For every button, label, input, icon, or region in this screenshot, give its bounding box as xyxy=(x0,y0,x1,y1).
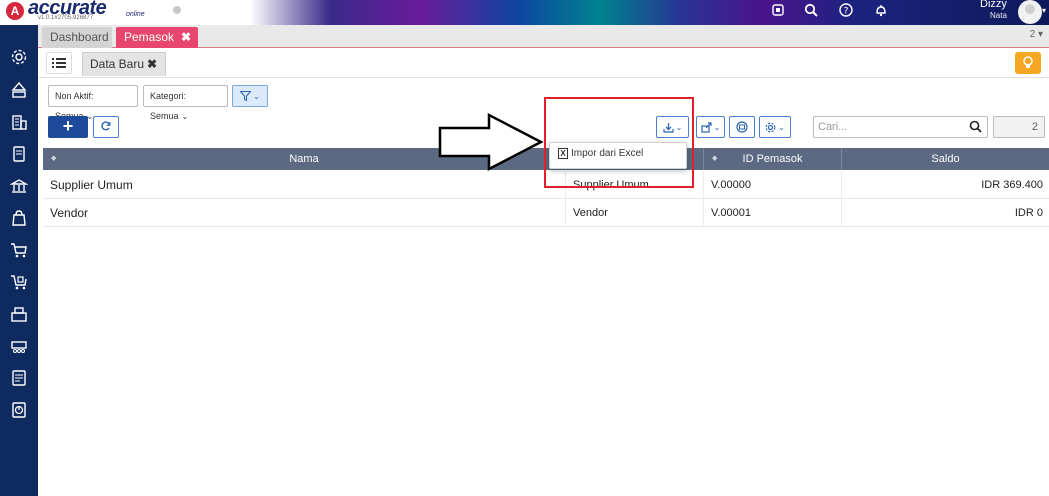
subtab-label: Data Baru xyxy=(90,57,145,71)
accurate-logo-icon: A xyxy=(6,2,24,20)
tab-bar: Dashboard Pemasok ✖ 2 ▾ xyxy=(38,25,1049,48)
chevron-down-icon: ⌄ xyxy=(253,91,260,101)
excel-icon: X xyxy=(558,148,568,159)
tips-button[interactable] xyxy=(1015,52,1041,74)
table-row[interactable]: Supplier Umum Supplier Umum V.00000 IDR … xyxy=(43,171,1049,199)
ai-chip-icon[interactable] xyxy=(770,3,786,19)
chevron-down-icon: ⌄ xyxy=(675,122,683,132)
report-chart-icon xyxy=(12,402,26,418)
sidebar-item-company[interactable] xyxy=(9,80,29,100)
tab-dashboard-label: Dashboard xyxy=(50,30,109,44)
bank-icon xyxy=(10,179,28,193)
sidebar xyxy=(0,25,38,496)
menu-item-label: Impor dari Excel xyxy=(571,148,644,159)
refresh-button[interactable] xyxy=(93,116,119,138)
logo-subtext: online xyxy=(126,11,145,18)
gear-icon xyxy=(765,122,776,132)
cell-nama: Supplier Umum xyxy=(43,171,566,199)
cart-box-icon xyxy=(11,275,27,290)
settings-button[interactable]: ⌄ xyxy=(759,116,791,138)
sidebar-item-building[interactable] xyxy=(9,112,29,132)
search-input[interactable] xyxy=(816,118,966,136)
page-number-field[interactable]: 2 xyxy=(993,116,1045,138)
print-button[interactable] xyxy=(729,116,755,138)
svg-text:?: ? xyxy=(844,7,849,17)
bell-icon[interactable] xyxy=(873,3,889,19)
user-subname: Nata xyxy=(990,11,1007,20)
funnel-icon xyxy=(240,91,252,101)
print-icon xyxy=(736,121,748,133)
top-bar: A accurate online v1.0.1#2705-926877 ? D… xyxy=(0,0,1049,25)
sidebar-item-settings[interactable] xyxy=(9,47,29,67)
cell-kontak: Vendor xyxy=(566,199,704,227)
sidebar-item-sales[interactable] xyxy=(9,240,29,260)
table-row[interactable]: Vendor Vendor V.00001 IDR 0 xyxy=(43,199,1049,227)
list-view-button[interactable] xyxy=(46,52,72,74)
user-name[interactable]: Dizzy xyxy=(980,0,1007,10)
building-icon xyxy=(12,115,27,130)
sort-icon: ◆ xyxy=(51,155,57,162)
tab-pemasok[interactable]: Pemasok ✖ xyxy=(116,27,198,48)
advanced-filter-button[interactable]: ⌄ xyxy=(232,85,268,107)
search-icon[interactable] xyxy=(969,120,982,133)
cart-icon xyxy=(11,243,27,258)
subtab-bar: Data Baru ✖ xyxy=(38,48,1049,78)
import-dropdown-menu: X Impor dari Excel xyxy=(549,142,687,169)
table-header: ◆ Nama ◆ ID Pemasok Saldo xyxy=(43,148,1049,170)
column-header-id-pemasok[interactable]: ◆ ID Pemasok xyxy=(704,148,842,170)
tab-dashboard[interactable]: Dashboard xyxy=(42,27,112,48)
chevron-down-icon: ⌄ xyxy=(778,122,785,132)
help-icon[interactable]: ? xyxy=(838,3,854,19)
sidebar-item-tax[interactable] xyxy=(9,368,29,388)
sidebar-item-reports[interactable] xyxy=(9,400,29,420)
cell-id-pemasok: V.00000 xyxy=(704,171,842,199)
status-dot-icon xyxy=(173,6,181,14)
sidebar-item-products[interactable] xyxy=(9,208,29,228)
tab-count[interactable]: 2 ▾ xyxy=(1030,29,1043,40)
sidebar-item-inventory[interactable] xyxy=(9,304,29,324)
export-button[interactable]: ⌄ xyxy=(696,116,725,138)
sort-icon: ◆ xyxy=(712,155,718,162)
import-button[interactable]: ⌄ xyxy=(656,116,689,138)
refresh-icon xyxy=(101,121,111,131)
book-icon xyxy=(13,146,25,162)
sidebar-item-ledger[interactable] xyxy=(9,144,29,164)
tax-document-icon xyxy=(12,370,26,386)
sidebar-item-purchase[interactable] xyxy=(9,272,29,292)
filter-kategori[interactable]: Kategori: Semua ⌄ xyxy=(143,85,228,121)
avatar[interactable] xyxy=(1018,0,1042,24)
filter-non-aktif[interactable]: Non Aktif: Semua⌄ xyxy=(48,85,138,121)
arrow-right-icon xyxy=(438,112,544,172)
chevron-down-icon: ⌄ xyxy=(713,122,721,132)
sidebar-item-bank[interactable] xyxy=(9,176,29,196)
close-icon[interactable]: ✖ xyxy=(181,27,191,48)
cell-saldo: IDR 0 xyxy=(1014,207,1043,219)
gear-icon xyxy=(11,49,27,65)
cell-kontak: Supplier Umum xyxy=(566,171,704,199)
subtab-data-baru[interactable]: Data Baru ✖ xyxy=(82,52,166,76)
tab-pemasok-label: Pemasok xyxy=(124,30,175,44)
cell-nama: Vendor xyxy=(43,199,566,227)
warehouse-icon xyxy=(11,307,27,322)
download-icon xyxy=(663,122,674,133)
shopping-bag-icon xyxy=(12,210,26,226)
search-icon[interactable] xyxy=(803,3,819,19)
close-icon[interactable]: ✖ xyxy=(147,53,157,75)
sidebar-item-production[interactable] xyxy=(9,336,29,356)
search-box xyxy=(813,116,988,138)
share-icon xyxy=(701,121,712,133)
chevron-down-icon: ⌄ xyxy=(181,112,189,121)
conveyor-icon xyxy=(11,341,27,353)
lightbulb-icon xyxy=(1023,56,1033,68)
scale-icon xyxy=(11,81,27,98)
list-icon xyxy=(52,58,66,68)
chevron-down-icon[interactable]: ▾ xyxy=(1042,6,1046,15)
cell-saldo: IDR 369.400 xyxy=(981,179,1043,191)
add-button[interactable]: + xyxy=(48,116,88,138)
menu-item-impor-excel[interactable]: X Impor dari Excel xyxy=(558,148,643,159)
cell-id-pemasok: V.00001 xyxy=(704,199,842,227)
column-header-saldo[interactable]: Saldo xyxy=(842,148,1049,170)
version-text: v1.0.1#2705-926877 xyxy=(38,15,94,21)
